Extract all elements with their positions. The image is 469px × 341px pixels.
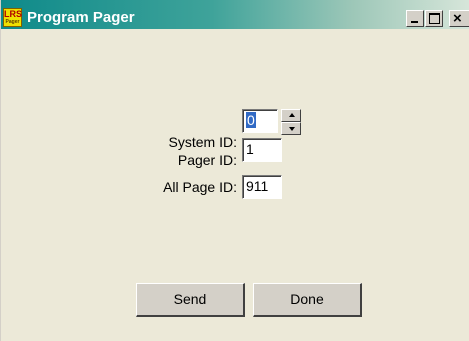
spin-down-icon[interactable]	[281, 122, 301, 135]
system-id-label: System ID:	[168, 134, 237, 150]
done-button[interactable]: Done	[253, 283, 362, 317]
close-icon[interactable]: ×	[449, 10, 469, 27]
all-page-id-label: All Page ID:	[163, 179, 237, 195]
system-id-spinner[interactable]	[281, 109, 301, 135]
system-id-field[interactable]: 0	[242, 109, 278, 133]
pager-id-field[interactable]: 1	[242, 138, 282, 162]
lrs-pager-app-icon[interactable]: LRS Pager	[3, 8, 22, 27]
send-button[interactable]: Send	[136, 283, 245, 317]
system-id-value: 0	[246, 112, 256, 128]
app-icon-label: LRS	[4, 9, 22, 19]
close-glyph: ×	[453, 10, 462, 27]
window-title: Program Pager	[27, 9, 135, 26]
pager-id-label: Pager ID:	[177, 152, 237, 168]
all-page-id-field[interactable]: 911	[242, 175, 282, 199]
program-pager-window: LRS Pager Program Pager × System ID: 0 P…	[0, 0, 469, 341]
maximize-icon[interactable]	[425, 10, 443, 27]
minimize-icon[interactable]	[406, 10, 424, 27]
spin-up-icon[interactable]	[281, 109, 301, 122]
app-icon-sublabel: Pager	[5, 19, 20, 25]
title-bar[interactable]: LRS Pager Program Pager ×	[1, 0, 469, 29]
